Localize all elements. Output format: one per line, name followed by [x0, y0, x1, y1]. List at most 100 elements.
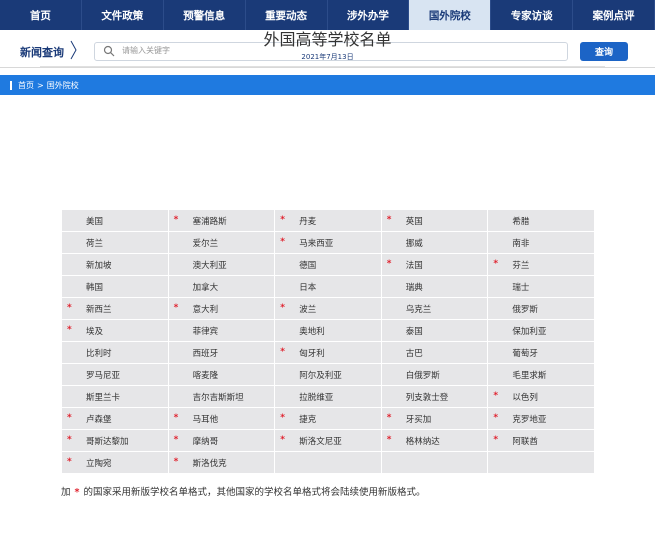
country-name: 爱尔兰 [192, 239, 219, 249]
country-cell[interactable]: * 马来西亚 [275, 232, 381, 253]
title-divider [40, 66, 605, 67]
new-format-star-icon: * [67, 303, 72, 313]
country-cell[interactable]: * 丹麦 [275, 210, 381, 231]
country-name: 丹麦 [299, 217, 317, 227]
country-cell[interactable]: 韩国 [62, 276, 168, 297]
country-cell[interactable]: 泰国 [381, 320, 488, 341]
country-cell[interactable]: * 意大利 [168, 298, 275, 319]
country-cell[interactable]: * 以色列 [488, 386, 594, 407]
country-cell[interactable]: * 捷克 [275, 408, 381, 429]
country-name: 吉尔吉斯斯坦 [192, 393, 244, 403]
country-cell[interactable]: 阿尔及利亚 [275, 364, 381, 385]
footnote-prefix: 加 [61, 487, 71, 498]
country-cell[interactable]: 日本 [275, 276, 381, 297]
country-cell[interactable]: 白俄罗斯 [381, 364, 488, 385]
country-table: 美国 * 塞浦路斯 * 丹麦 * 英国 希腊 荷兰 爱尔兰 * 马来西亚 挪威 南非 新加坡 澳大利亚 德国 * 法… [61, 209, 595, 474]
country-cell[interactable]: 菲律宾 [168, 320, 275, 341]
country-cell[interactable]: 毛里求斯 [488, 364, 594, 385]
country-cell[interactable]: 保加利亚 [488, 320, 594, 341]
country-cell[interactable]: 南非 [488, 232, 594, 253]
country-cell [488, 452, 594, 473]
country-name: 卢森堡 [86, 415, 112, 425]
new-format-star-icon: * [173, 303, 179, 313]
country-cell[interactable]: * 波兰 [275, 298, 381, 319]
country-name: 斯洛伐克 [192, 459, 227, 469]
country-name: 法国 [405, 261, 423, 271]
country-cell[interactable]: * 马耳他 [168, 408, 275, 429]
country-cell[interactable]: 瑞士 [488, 276, 594, 297]
country-cell[interactable]: 澳大利亚 [168, 254, 275, 275]
country-name: 韩国 [86, 283, 104, 293]
country-cell[interactable]: * 英国 [381, 210, 488, 231]
country-cell[interactable]: 荷兰 [62, 232, 168, 253]
country-name: 日本 [299, 283, 317, 293]
country-cell[interactable]: 斯里兰卡 [62, 386, 168, 407]
country-cell[interactable]: * 埃及 [62, 320, 168, 341]
country-row: 荷兰 爱尔兰 * 马来西亚 挪威 南非 [62, 232, 594, 253]
country-cell[interactable]: * 阿联酋 [488, 430, 594, 451]
country-cell[interactable]: * 克罗地亚 [488, 408, 594, 429]
new-format-star-icon: * [173, 215, 179, 225]
country-cell[interactable]: * 哥斯达黎加 [62, 430, 168, 451]
new-format-star-icon: * [173, 413, 179, 423]
country-cell[interactable]: * 匈牙利 [275, 342, 381, 363]
country-name: 白俄罗斯 [405, 371, 440, 381]
country-row: * 立陶宛 * 斯洛伐克 [62, 452, 594, 473]
country-cell[interactable]: 古巴 [381, 342, 488, 363]
country-cell[interactable]: 爱尔兰 [168, 232, 275, 253]
country-cell[interactable]: * 新西兰 [62, 298, 168, 319]
country-cell[interactable]: 罗马尼亚 [62, 364, 168, 385]
footnote: 加 * 的国家采用新版学校名单格式，其他国家的学校名单格式将会陆续使用新版格式。 [61, 484, 426, 498]
country-cell[interactable]: 瑞典 [381, 276, 488, 297]
country-name: 斯洛文尼亚 [299, 437, 342, 447]
country-cell[interactable]: * 法国 [381, 254, 488, 275]
country-name: 澳大利亚 [192, 261, 227, 271]
country-cell[interactable]: * 立陶宛 [62, 452, 168, 473]
country-cell[interactable]: 葡萄牙 [488, 342, 594, 363]
country-name: 阿联酋 [512, 437, 538, 447]
country-cell[interactable]: * 斯洛伐克 [168, 452, 275, 473]
country-cell[interactable]: 挪威 [381, 232, 488, 253]
country-cell[interactable]: 拉脱维亚 [275, 386, 381, 407]
country-cell[interactable]: * 卢森堡 [62, 408, 168, 429]
new-format-star-icon: * [173, 435, 179, 445]
country-cell[interactable]: 希腊 [488, 210, 594, 231]
country-cell[interactable]: 德国 [275, 254, 381, 275]
country-cell[interactable]: * 牙买加 [381, 408, 488, 429]
country-cell[interactable]: 新加坡 [62, 254, 168, 275]
country-name: 斯里兰卡 [86, 393, 121, 403]
country-cell[interactable]: 比利时 [62, 342, 168, 363]
breadcrumb-marker [10, 80, 12, 90]
country-name: 比利时 [86, 349, 112, 359]
breadcrumb-home-link[interactable]: 首页 [18, 80, 34, 91]
country-cell[interactable]: 加拿大 [168, 276, 275, 297]
country-cell[interactable]: * 塞浦路斯 [168, 210, 275, 231]
country-cell[interactable]: * 芬兰 [488, 254, 594, 275]
country-cell[interactable]: * 摩纳哥 [168, 430, 275, 451]
new-format-star-icon: * [386, 259, 392, 269]
country-name: 埃及 [86, 327, 104, 337]
country-cell[interactable]: * 斯洛文尼亚 [275, 430, 381, 451]
new-format-star-icon: * [280, 237, 285, 247]
country-cell[interactable]: 俄罗斯 [488, 298, 594, 319]
new-format-star-icon: * [67, 435, 72, 445]
country-cell[interactable]: 吉尔吉斯斯坦 [168, 386, 275, 407]
country-cell[interactable]: 列支敦士登 [381, 386, 488, 407]
country-cell[interactable]: 喀麦隆 [168, 364, 275, 385]
country-cell[interactable]: 美国 [62, 210, 168, 231]
country-row: * 埃及 菲律宾 奥地利 泰国 保加利亚 [62, 320, 594, 341]
country-cell[interactable]: 乌克兰 [381, 298, 488, 319]
country-row: 美国 * 塞浦路斯 * 丹麦 * 英国 希腊 [62, 210, 594, 231]
country-name: 以色列 [512, 393, 538, 403]
breadcrumb-current[interactable]: 国外院校 [47, 80, 79, 91]
new-format-star-icon: * [280, 347, 285, 357]
new-format-star-icon: * [173, 457, 179, 467]
country-cell[interactable]: * 格林纳达 [381, 430, 488, 451]
country-name: 捷克 [299, 415, 317, 425]
country-name: 俄罗斯 [512, 305, 538, 315]
breadcrumb-separator: > [37, 80, 44, 90]
country-name: 瑞典 [405, 283, 423, 293]
article-title: 外国高等学校名单 [263, 30, 392, 49]
country-cell[interactable]: 西班牙 [168, 342, 275, 363]
country-cell[interactable]: 奥地利 [275, 320, 381, 341]
